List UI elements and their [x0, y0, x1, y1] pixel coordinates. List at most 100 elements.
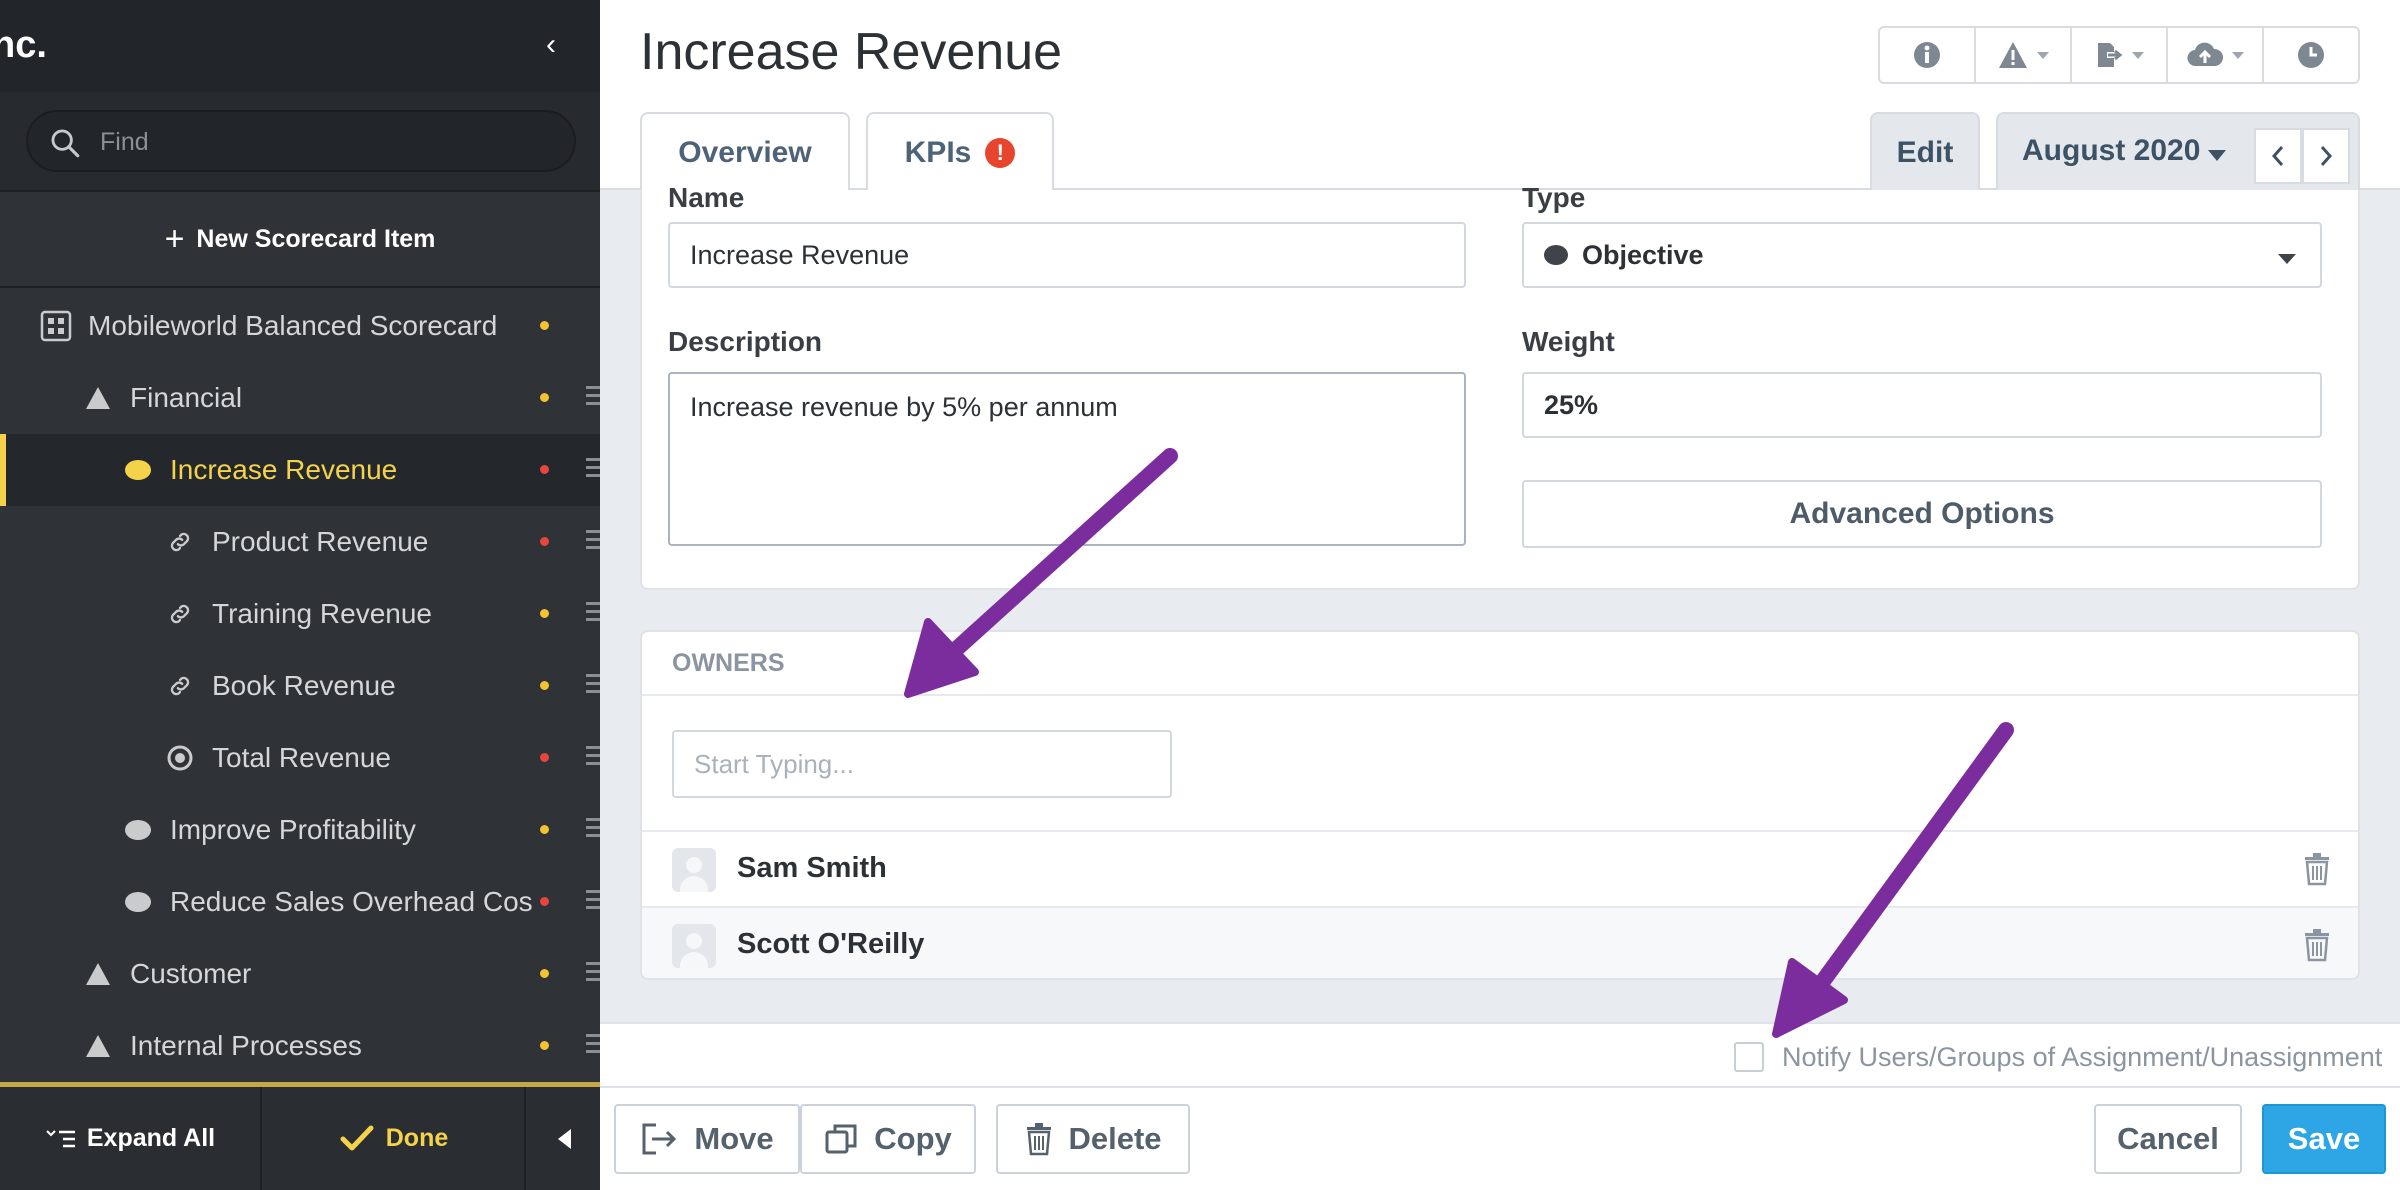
avatar	[672, 924, 716, 968]
expand-all-icon	[46, 1129, 75, 1147]
tree-item-reduce-sales-overhead[interactable]: Reduce Sales Overhead Cos	[0, 866, 600, 938]
copy-button[interactable]: Copy	[800, 1104, 976, 1174]
period-selector[interactable]: August 2020	[1996, 112, 2360, 192]
drag-handle-icon[interactable]	[586, 530, 600, 552]
drag-handle-icon[interactable]	[586, 890, 600, 912]
weight-value: 25%	[1544, 389, 1599, 420]
sidebar-footer: Expand All Done	[0, 1082, 600, 1190]
new-scorecard-item-label: New Scorecard Item	[196, 224, 436, 253]
move-button[interactable]: Move	[614, 1104, 800, 1174]
collapse-sidebar-icon[interactable]: ‹	[546, 28, 556, 62]
warning-icon	[1999, 42, 2027, 68]
period-label: August 2020	[2022, 134, 2201, 167]
trash-icon	[2305, 853, 2329, 886]
description-field[interactable]: Increase revenue by 5% per annum	[668, 372, 1466, 546]
status-indicator	[540, 969, 549, 978]
owners-heading-label: OWNERS	[672, 648, 785, 677]
collapse-panel-button[interactable]	[528, 1087, 600, 1190]
tree-item-increase-revenue[interactable]: Increase Revenue	[0, 434, 600, 506]
drag-handle-icon[interactable]	[586, 1034, 600, 1056]
organization-name: nc.	[0, 24, 47, 66]
plus-icon: +	[164, 219, 185, 258]
status-indicator	[540, 465, 549, 474]
done-button[interactable]: Done	[264, 1087, 526, 1190]
drag-handle-icon[interactable]	[586, 962, 600, 984]
status-indicator	[540, 897, 549, 906]
sidebar-header: nc. ‹	[0, 0, 600, 92]
new-scorecard-item-button[interactable]: + New Scorecard Item	[0, 192, 600, 288]
chevron-down-icon	[2232, 51, 2244, 59]
avatar	[672, 848, 716, 892]
triangle-icon	[82, 958, 114, 990]
status-indicator	[540, 825, 549, 834]
drag-handle-icon[interactable]	[586, 386, 600, 408]
export-button[interactable]	[2072, 28, 2168, 82]
cancel-button[interactable]: Cancel	[2094, 1104, 2242, 1174]
expand-all-button[interactable]: Expand All	[0, 1087, 262, 1190]
search-icon	[51, 129, 80, 158]
owner-row: Sam Smith	[642, 830, 2358, 906]
owners-card: OWNERS Sam Smith Scott O'Reilly	[640, 630, 2360, 980]
tab-overview[interactable]: Overview	[640, 112, 850, 192]
drag-handle-icon[interactable]	[586, 746, 600, 768]
tree-item-total-revenue[interactable]: Total Revenue	[0, 722, 600, 794]
previous-period-button[interactable]	[2254, 128, 2302, 184]
cancel-label: Cancel	[2117, 1121, 2219, 1156]
remove-owner-button[interactable]	[2302, 852, 2332, 891]
edit-button[interactable]: Edit	[1870, 112, 1980, 192]
tree-item-label: Improve Profitability	[170, 814, 416, 845]
alerts-button[interactable]	[1976, 28, 2072, 82]
advanced-options-button[interactable]: Advanced Options	[1522, 480, 2322, 548]
delete-button[interactable]: Delete	[996, 1104, 1190, 1174]
tree-item-book-revenue[interactable]: Book Revenue	[0, 650, 600, 722]
remove-owner-button[interactable]	[2302, 928, 2332, 967]
oval-icon	[122, 454, 154, 486]
page-title: Increase Revenue	[640, 23, 1063, 81]
owner-row: Scott O'Reilly	[642, 906, 2358, 978]
type-value: Objective	[1582, 239, 1704, 270]
weight-field[interactable]: 25%	[1522, 372, 2322, 438]
drag-handle-icon[interactable]	[586, 674, 600, 696]
chevron-left-icon	[2271, 146, 2284, 166]
next-period-button[interactable]	[2302, 128, 2350, 184]
link-icon	[164, 598, 196, 630]
status-indicator	[540, 321, 549, 330]
name-value: Increase Revenue	[690, 239, 910, 270]
tab-kpis[interactable]: KPIs !	[866, 112, 1054, 192]
chevron-down-icon	[2208, 150, 2226, 161]
tree-item-financial[interactable]: Financial	[0, 362, 600, 434]
expand-all-label: Expand All	[86, 1124, 216, 1152]
upload-button[interactable]	[2168, 28, 2264, 82]
search-input[interactable]	[100, 124, 560, 160]
tree-item-improve-profitability[interactable]: Improve Profitability	[0, 794, 600, 866]
drag-handle-icon[interactable]	[586, 602, 600, 624]
tree-item-label: Training Revenue	[212, 598, 432, 629]
chevron-down-icon	[2037, 51, 2049, 59]
type-select[interactable]: Objective	[1522, 222, 2322, 288]
scorecard-icon	[40, 310, 72, 342]
tree-item-label: Reduce Sales Overhead Cos	[170, 886, 533, 917]
tree-item-customer[interactable]: Customer	[0, 938, 600, 1010]
weight-label: Weight	[1522, 326, 1615, 357]
tree-item-product-revenue[interactable]: Product Revenue	[0, 506, 600, 578]
scorecard-tree: Mobileworld Balanced Scorecard Financial…	[0, 290, 600, 1082]
sidebar: nc. ‹ + New Scorecard Item Mobileworld B…	[0, 0, 600, 1190]
owner-search-input[interactable]	[672, 730, 1172, 798]
save-button[interactable]: Save	[2262, 1104, 2386, 1174]
chevron-down-icon	[2278, 254, 2296, 264]
alert-badge: !	[985, 138, 1016, 168]
info-button[interactable]	[1880, 28, 1976, 82]
sidebar-search	[26, 110, 576, 172]
drag-handle-icon[interactable]	[586, 818, 600, 840]
tree-item-label: Increase Revenue	[170, 454, 398, 485]
tree-item-training-revenue[interactable]: Training Revenue	[0, 578, 600, 650]
tree-item-internal-processes[interactable]: Internal Processes	[0, 1010, 600, 1082]
notify-checkbox[interactable]	[1734, 1042, 1764, 1072]
clock-icon	[2298, 42, 2324, 68]
tree-item-mobileworld-balanced-scorecard[interactable]: Mobileworld Balanced Scorecard	[0, 290, 600, 362]
history-button[interactable]	[2264, 28, 2358, 82]
drag-handle-icon[interactable]	[586, 458, 600, 480]
name-field[interactable]: Increase Revenue	[668, 222, 1466, 288]
description-value: Increase revenue by 5% per annum	[690, 392, 1118, 422]
status-indicator	[540, 609, 549, 618]
